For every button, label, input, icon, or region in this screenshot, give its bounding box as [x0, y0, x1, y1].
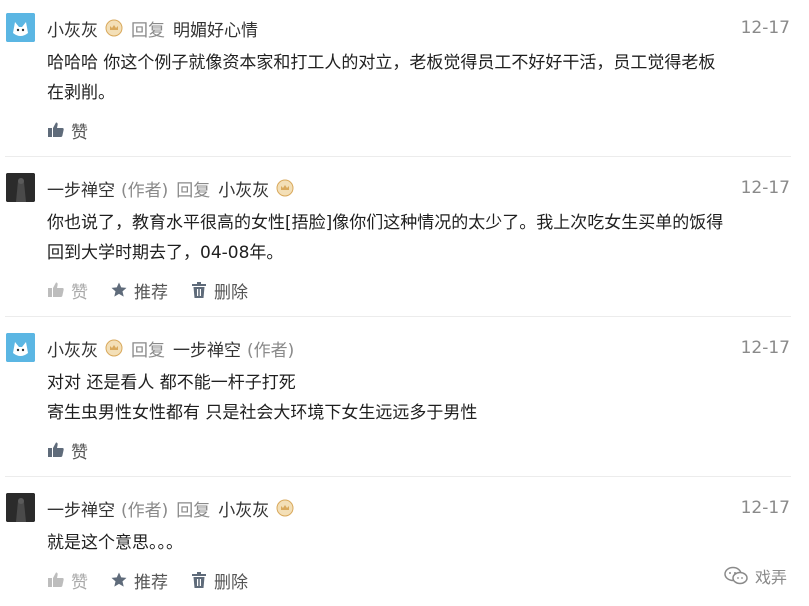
crown-badge-icon	[276, 179, 294, 197]
reply-label[interactable]: 回复	[131, 336, 165, 361]
comment-header: 小灰灰 回复 一步禅空 (作者)	[47, 336, 295, 361]
divider	[5, 476, 791, 477]
like-button[interactable]: 赞	[47, 118, 88, 143]
like-button[interactable]: 赞	[47, 438, 88, 463]
reply-to-tag: (作者)	[247, 340, 295, 361]
wechat-icon	[724, 566, 748, 585]
divider	[5, 316, 791, 317]
delete-button[interactable]: 删除	[190, 278, 248, 303]
star-icon	[111, 282, 127, 297]
comment-actions: 赞 推荐 删除	[47, 278, 270, 303]
comment-line: 在剥削。	[47, 83, 115, 103]
trash-icon	[192, 282, 206, 298]
comment-time: 12-17	[740, 338, 790, 358]
delete-button[interactable]: 删除	[190, 568, 248, 593]
reply-to-name[interactable]: 明媚好心情	[173, 16, 258, 41]
delete-label: 删除	[214, 282, 248, 303]
like-label: 赞	[71, 442, 88, 463]
like-label: 赞	[71, 122, 88, 143]
thumbs-up-icon	[48, 572, 64, 587]
comment-line: 回到大学时期去了，04-08年。	[47, 243, 284, 263]
author-tag: (作者)	[121, 500, 169, 521]
reply-to-name[interactable]: 小灰灰	[218, 496, 269, 521]
comment-text: 哈哈哈 你这个例子就像资本家和打工人的对立，老板觉得员工不好好干活，员工觉得老板…	[47, 48, 792, 108]
author-name[interactable]: 一步禅空	[47, 496, 115, 521]
delete-label: 删除	[214, 572, 248, 593]
thumbs-up-icon	[48, 442, 64, 457]
fox-avatar-icon	[6, 333, 35, 362]
reply-label[interactable]: 回复	[176, 496, 210, 521]
author-tag: (作者)	[121, 180, 169, 201]
avatar[interactable]	[6, 333, 35, 362]
thumbs-up-icon	[48, 282, 64, 297]
author-name[interactable]: 一步禅空	[47, 176, 115, 201]
reply-to-name[interactable]: 一步禅空	[173, 336, 241, 361]
author-name[interactable]: 小灰灰	[47, 336, 98, 361]
crown-badge-icon	[105, 19, 123, 37]
crown-badge-icon	[276, 499, 294, 517]
comment-line: 对对 还是看人 都不能一杆子打死	[47, 373, 296, 393]
reply-label[interactable]: 回复	[131, 16, 165, 41]
comment-line: 哈哈哈 你这个例子就像资本家和打工人的对立，老板觉得员工不好好干活，员工觉得老板	[47, 53, 716, 73]
comment-text: 你也说了，教育水平很高的女性[捂脸]像你们这种情况的太少了。我上次吃女生买单的饭…	[47, 208, 792, 268]
comment-line: 寄生虫男性女性都有 只是社会大环境下女生远远多于男性	[47, 403, 478, 423]
avatar[interactable]	[6, 493, 35, 522]
crown-badge-icon	[105, 339, 123, 357]
comment-text: 就是这个意思。。。	[47, 528, 792, 558]
comment-header: 小灰灰 回复 明媚好心情	[47, 16, 258, 41]
like-label: 赞	[71, 572, 88, 593]
avatar[interactable]	[6, 13, 35, 42]
comment-time: 12-17	[740, 18, 790, 38]
recommend-button[interactable]: 推荐	[110, 278, 168, 303]
trash-icon	[192, 572, 206, 588]
divider	[5, 156, 791, 157]
comment-actions: 赞 推荐 删除	[47, 568, 270, 593]
watermark: 戏弄	[723, 564, 787, 588]
comment-line: 就是这个意思。。。	[47, 533, 183, 553]
thumbs-up-icon	[48, 122, 64, 137]
comment-header: 一步禅空 (作者) 回复 小灰灰	[47, 176, 294, 201]
comment-text: 对对 还是看人 都不能一杆子打死 寄生虫男性女性都有 只是社会大环境下女生远远多…	[47, 368, 792, 428]
avatar[interactable]	[6, 173, 35, 202]
comment-line: 你也说了，教育水平很高的女性[捂脸]像你们这种情况的太少了。我上次吃女生买单的饭…	[47, 213, 724, 233]
like-button[interactable]: 赞	[47, 568, 88, 593]
recommend-label: 推荐	[134, 572, 168, 593]
watermark-text: 戏弄	[754, 568, 787, 587]
author-name[interactable]: 小灰灰	[47, 16, 98, 41]
comment-actions: 赞	[47, 118, 110, 143]
comment-header: 一步禅空 (作者) 回复 小灰灰	[47, 496, 294, 521]
recommend-button[interactable]: 推荐	[110, 568, 168, 593]
like-button[interactable]: 赞	[47, 278, 88, 303]
comment-actions: 赞	[47, 438, 110, 463]
reply-label[interactable]: 回复	[176, 176, 210, 201]
like-label: 赞	[71, 282, 88, 303]
comment-time: 12-17	[740, 178, 790, 198]
comment-time: 12-17	[740, 498, 790, 518]
recommend-label: 推荐	[134, 282, 168, 303]
fox-avatar-icon	[6, 13, 35, 42]
dark-avatar-icon	[6, 173, 35, 202]
reply-to-name[interactable]: 小灰灰	[218, 176, 269, 201]
dark-avatar-icon	[6, 493, 35, 522]
star-icon	[111, 572, 127, 587]
